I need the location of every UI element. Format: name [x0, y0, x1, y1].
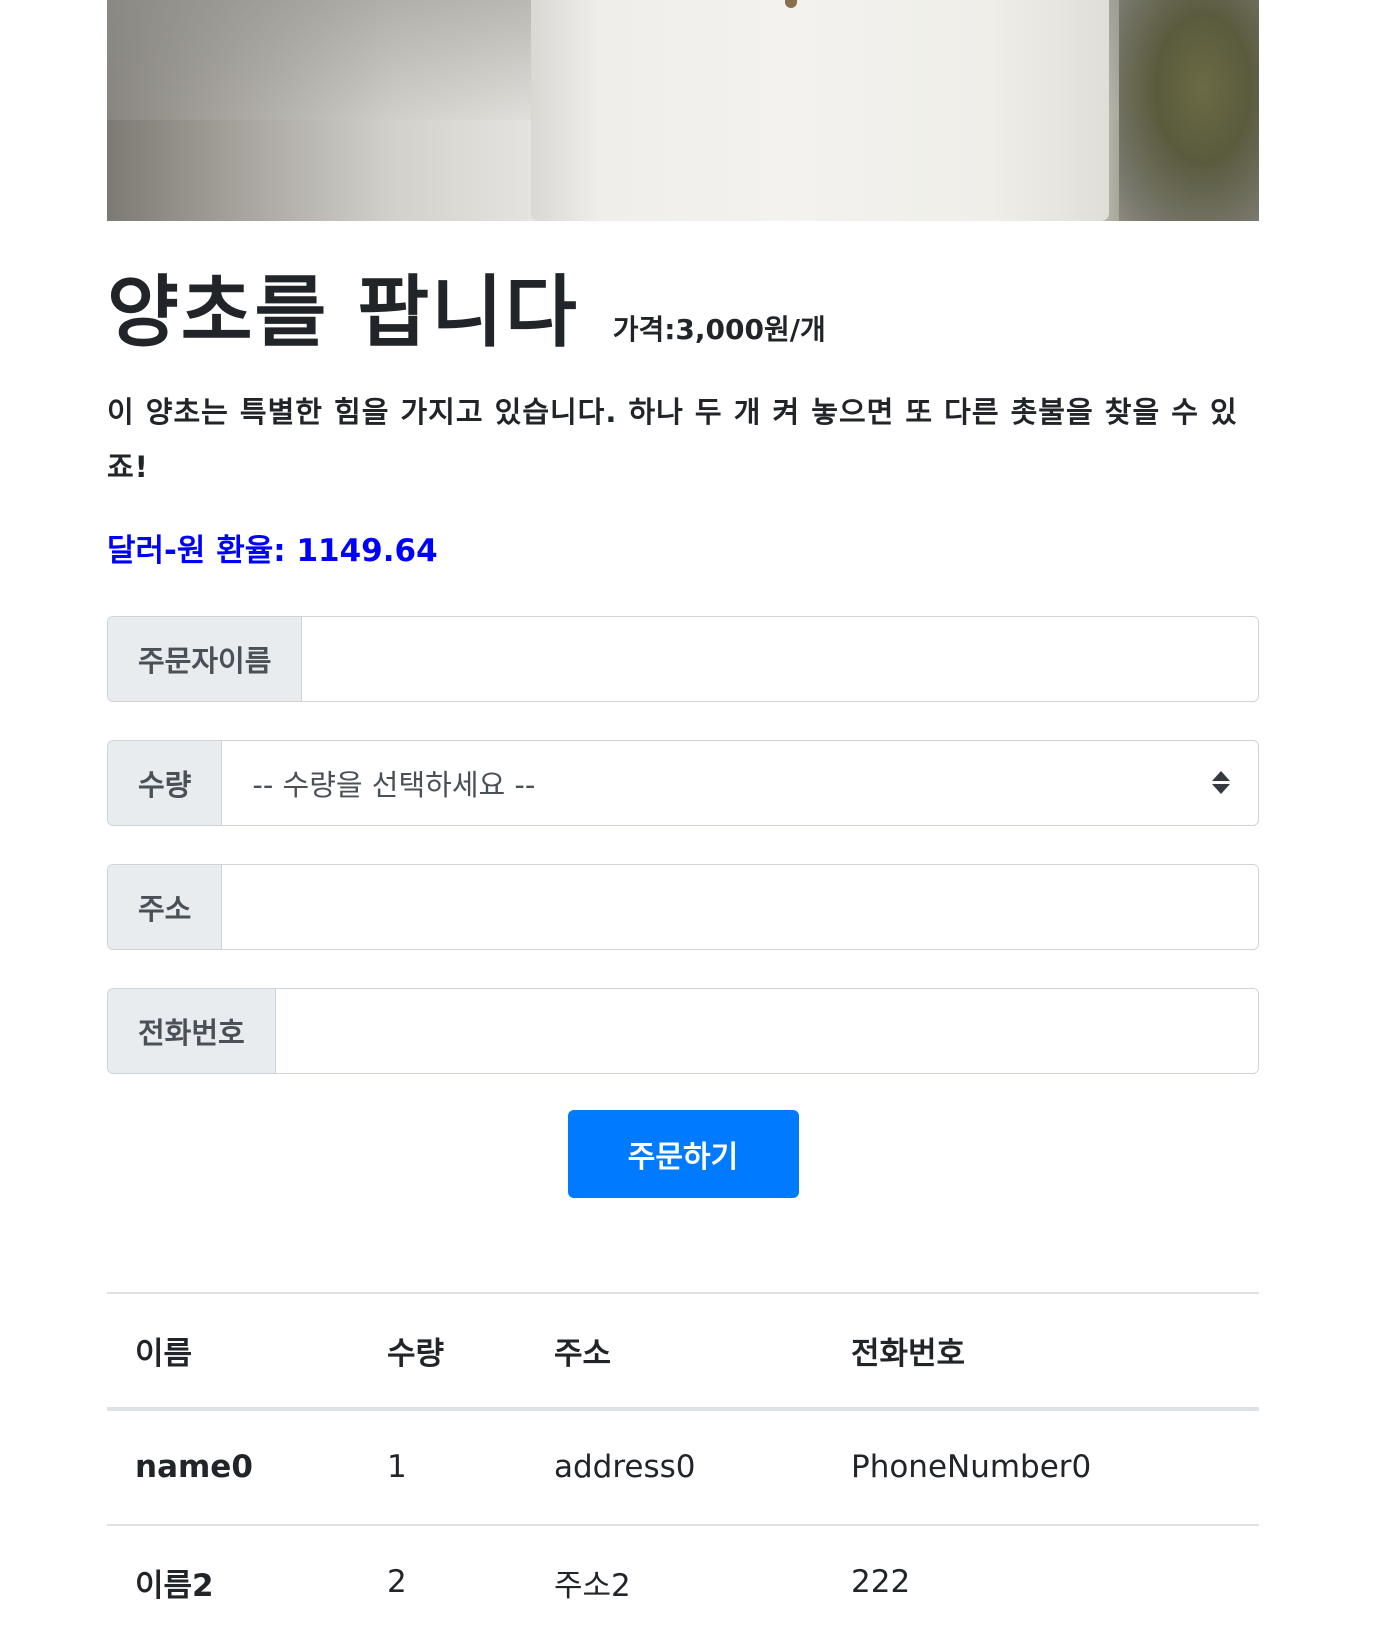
page-title: 양초를 팝니다 [107, 268, 579, 358]
cell-quantity: 1 [359, 1407, 526, 1525]
table-header-row: 이름 수량 주소 전화번호 [107, 1291, 1259, 1411]
cell-address: 주소2 [526, 1523, 823, 1639]
candle-product-image [107, 0, 1259, 221]
address-input[interactable] [222, 864, 1258, 949]
exchange-rate: 달러-원 환율: 1149.64 [107, 532, 438, 569]
cell-phone: 222 [823, 1523, 1259, 1639]
select-arrows-icon [1212, 771, 1230, 795]
cell-phone: PhoneNumber0 [823, 1407, 1259, 1525]
cell-name: 이름2 [107, 1523, 359, 1639]
price-label: 가격:3,000원/개 [612, 313, 826, 346]
phone-input[interactable] [275, 988, 1258, 1073]
quantity-input-group: 수량 -- 수량을 선택하세요 -- [107, 739, 1259, 826]
product-description: 이 양초는 특별한 힘을 가지고 있습니다. 하나 두 개 켜 놓으면 또 다른… [107, 394, 1238, 484]
cell-name: name0 [107, 1407, 359, 1525]
column-header-name: 이름 [107, 1291, 359, 1411]
column-header-quantity: 수량 [359, 1291, 526, 1411]
cell-address: address0 [526, 1407, 823, 1525]
quantity-label: 수량 [108, 740, 223, 825]
orders-table: 이름 수량 주소 전화번호 name0 1 address0 PhoneNumb… [107, 1291, 1259, 1639]
quantity-select[interactable]: -- 수량을 선택하세요 -- [222, 741, 1258, 825]
column-header-address: 주소 [526, 1291, 823, 1411]
table-row: name0 1 address0 PhoneNumber0 [107, 1407, 1259, 1525]
column-header-phone: 전화번호 [823, 1291, 1259, 1411]
page-container: 양초를 팝니다 가격:3,000원/개 이 양초는 특별한 힘을 가지고 있습니… [107, 0, 1259, 1639]
cell-quantity: 2 [359, 1523, 526, 1639]
title-row: 양초를 팝니다 가격:3,000원/개 [107, 268, 1259, 359]
address-label: 주소 [108, 864, 223, 949]
phone-input-group: 전화번호 [107, 987, 1259, 1074]
submit-row: 주문하기 [107, 1109, 1259, 1198]
quantity-select-value: -- 수량을 선택하세요 -- [252, 767, 536, 802]
phone-label: 전화번호 [108, 988, 276, 1073]
order-form: 주문자이름 수량 -- 수량을 선택하세요 -- 주소 전화번호 주문하기 [107, 615, 1259, 1198]
name-label: 주문자이름 [108, 616, 303, 701]
address-input-group: 주소 [107, 863, 1259, 950]
name-input-group: 주문자이름 [107, 615, 1259, 702]
order-submit-button[interactable]: 주문하기 [567, 1109, 799, 1198]
name-input[interactable] [302, 616, 1258, 701]
table-row: 이름2 2 주소2 222 [107, 1523, 1259, 1639]
